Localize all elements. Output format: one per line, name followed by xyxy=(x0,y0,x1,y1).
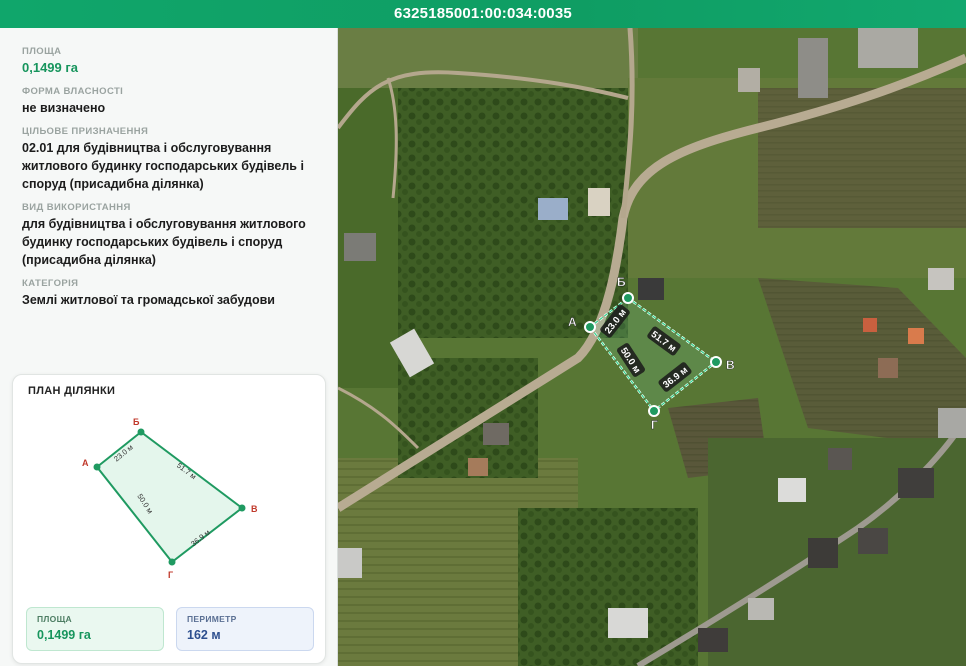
header-cadastral-number: 6325185001:00:034:0035 xyxy=(0,0,966,28)
parcel-info: ПЛОЩА 0,1499 га ФОРМА ВЛАСНОСТІ не визна… xyxy=(22,46,322,309)
usage-label: ВИД ВИКОРИСТАННЯ xyxy=(22,202,131,213)
map-vertex-a-label: А xyxy=(568,315,577,329)
map-vertex-g-label: Г xyxy=(651,418,658,432)
map-vertex-v-label: В xyxy=(726,358,735,372)
plan-perimeter-value: 162 м xyxy=(187,628,221,642)
plan-vertex-g-label: Г xyxy=(168,570,173,580)
plan-vertex-a xyxy=(93,463,101,471)
category-label: КАТЕГОРІЯ xyxy=(22,278,79,289)
plan-perimeter-stat: ПЕРИМЕТР 162 м xyxy=(176,607,314,651)
parcel-plan-card: ПЛАН ДІЛЯНКИ А Б В Г 23.0 м 51.7 м 50.0 … xyxy=(12,374,326,664)
plan-vertex-b xyxy=(137,428,145,436)
map-vertex-v[interactable] xyxy=(710,356,722,368)
usage-value: для будівництва і обслуговування житлово… xyxy=(22,217,306,267)
plan-perimeter-label: ПЕРИМЕТР xyxy=(187,614,237,624)
area-label: ПЛОЩА xyxy=(22,46,62,57)
parcel-plan-diagram: А Б В Г 23.0 м 51.7 м 50.0 м 36.9 м xyxy=(82,417,258,580)
info-sidebar: ПЛОЩА 0,1499 га ФОРМА ВЛАСНОСТІ не визна… xyxy=(0,28,338,666)
plan-area-stat: ПЛОЩА 0,1499 га xyxy=(26,607,164,651)
area-value: 0,1499 га xyxy=(22,60,79,75)
ownership-label: ФОРМА ВЛАСНОСТІ xyxy=(22,86,124,97)
satellite-map[interactable]: А Б В Г 23.0 м 51.7 м 50.0 м 36.9 м xyxy=(338,28,966,666)
map-vertex-g[interactable] xyxy=(648,405,660,417)
map-vertex-a[interactable] xyxy=(584,321,596,333)
plan-area-value: 0,1499 га xyxy=(37,628,91,642)
category-value: Землі житлової та громадської забудови xyxy=(22,293,275,307)
satellite-imagery: А Б В Г 23.0 м 51.7 м 50.0 м 36.9 м xyxy=(338,28,966,666)
purpose-value: 02.01 для будівництва і обслуговування ж… xyxy=(22,141,304,191)
plan-vertex-v-label: В xyxy=(251,504,258,514)
plan-vertex-v xyxy=(238,504,246,512)
plan-vertex-g xyxy=(168,558,176,566)
plan-vertex-a-label: А xyxy=(82,458,89,468)
map-vertex-b-label: Б xyxy=(617,275,626,289)
map-vertex-b[interactable] xyxy=(622,292,634,304)
ownership-value: не визначено xyxy=(22,101,106,115)
purpose-label: ЦІЛЬОВЕ ПРИЗНАЧЕННЯ xyxy=(22,126,149,137)
plan-area-label: ПЛОЩА xyxy=(37,614,72,624)
plan-vertex-b-label: Б xyxy=(133,417,140,427)
